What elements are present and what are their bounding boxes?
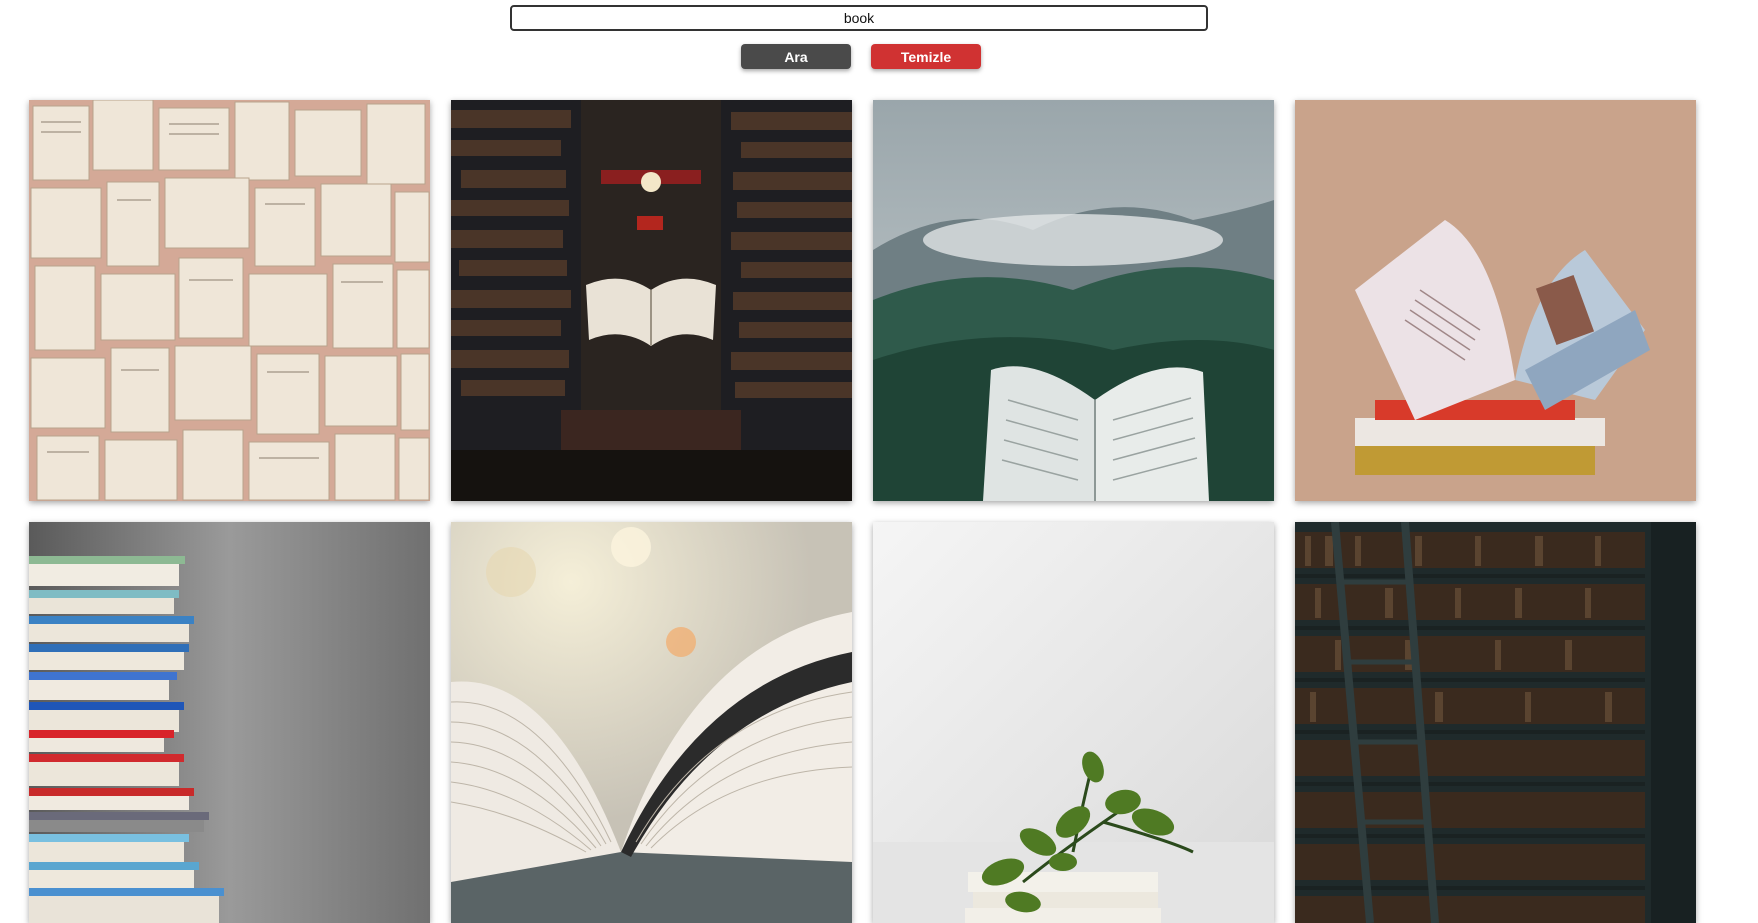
result-image-book-stack[interactable] [29, 522, 430, 923]
result-image-open-book-closeup[interactable] [451, 522, 852, 923]
result-image-book-misty-forest[interactable] [873, 100, 1274, 501]
result-image-library-ladder[interactable] [1295, 522, 1696, 923]
image-results-grid [29, 100, 1696, 923]
result-image-floating-book-bookstore[interactable] [451, 100, 852, 501]
book-pages-wall-image [29, 100, 430, 501]
result-image-plant-on-books[interactable] [873, 522, 1274, 923]
clear-button[interactable]: Temizle [871, 44, 981, 69]
book-misty-forest-image [873, 100, 1274, 501]
library-ladder-image [1295, 522, 1696, 923]
book-stack-image [29, 522, 430, 923]
result-image-magazine-on-books[interactable] [1295, 100, 1696, 501]
floating-book-bookstore-image [451, 100, 852, 501]
magazine-on-books-image [1295, 100, 1696, 501]
search-input[interactable] [510, 5, 1208, 31]
open-book-closeup-image [451, 522, 852, 923]
result-image-book-pages-wall[interactable] [29, 100, 430, 501]
plant-on-books-image [873, 522, 1274, 923]
search-button[interactable]: Ara [741, 44, 851, 69]
